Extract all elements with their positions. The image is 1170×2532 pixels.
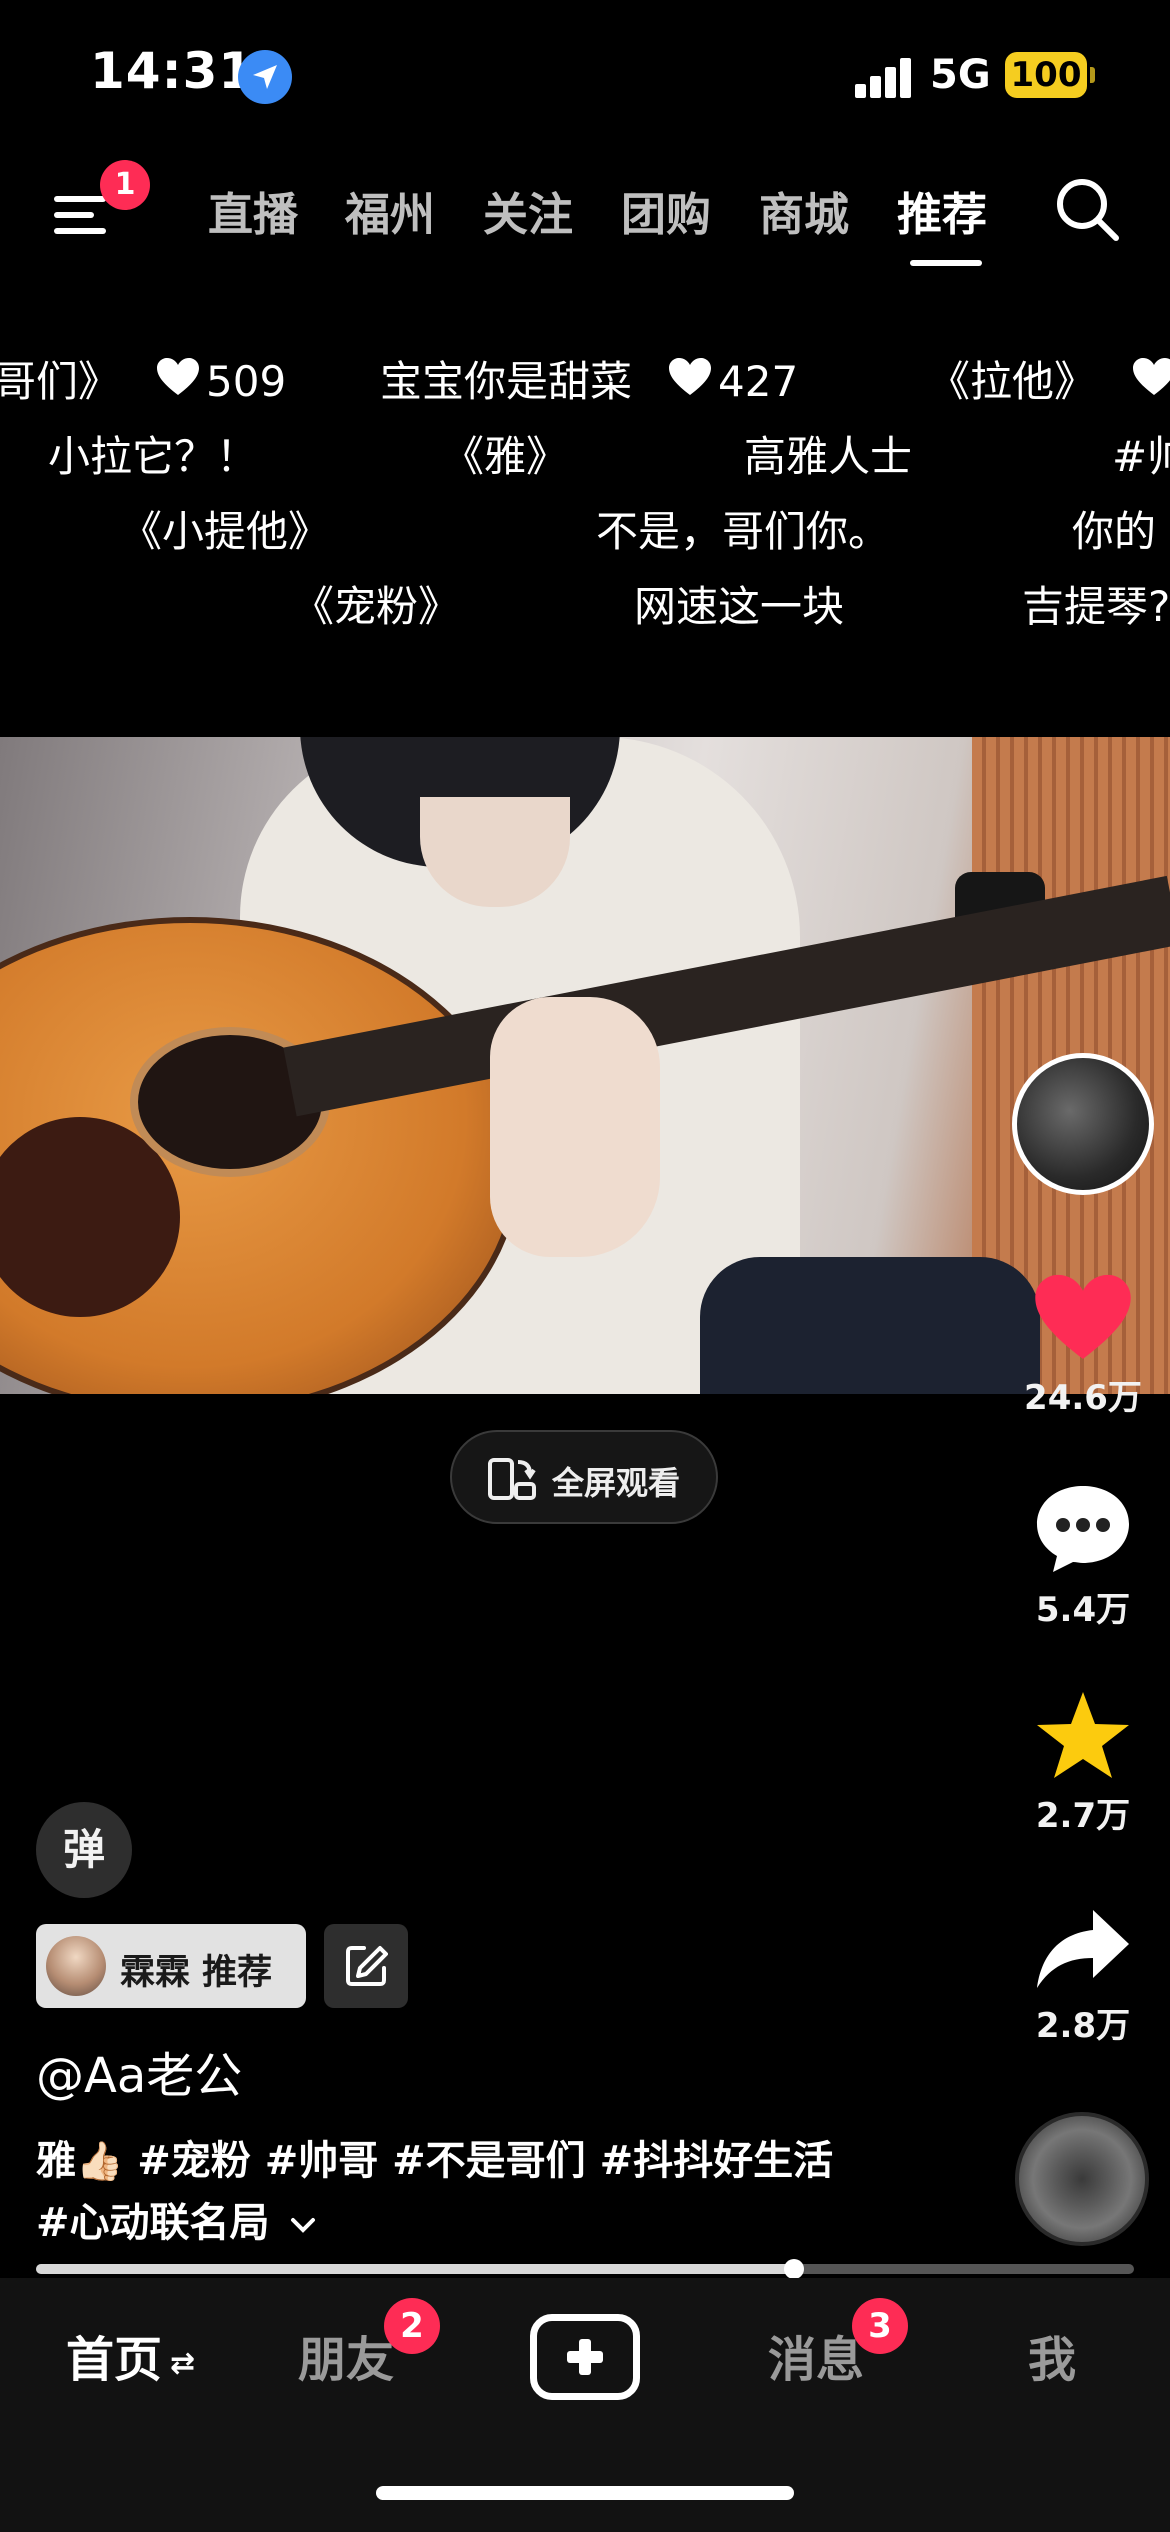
battery-icon: 100 bbox=[1005, 52, 1087, 98]
heart-icon bbox=[668, 357, 712, 407]
danmaku-toggle-button[interactable]: 弹 bbox=[36, 1802, 132, 1898]
star-icon bbox=[1037, 1692, 1129, 1778]
tab-live[interactable]: 直播 bbox=[208, 178, 298, 243]
danmaku-comment: 哥们》 509 bbox=[0, 357, 287, 407]
danmaku-comment: 高雅人士 bbox=[744, 432, 913, 481]
fullscreen-button[interactable]: 全屏观看 bbox=[450, 1430, 718, 1524]
danmaku-comment: 《小提他》 bbox=[120, 507, 331, 556]
swap-icon: ⇄ bbox=[170, 2345, 196, 2381]
danmaku-comment: 《雅》 bbox=[442, 432, 569, 481]
progress-knob[interactable] bbox=[783, 2259, 804, 2279]
video-player[interactable] bbox=[0, 737, 1170, 1394]
video-progress-bar[interactable] bbox=[36, 2259, 1134, 2279]
edit-button[interactable] bbox=[324, 1924, 408, 2008]
author-avatar[interactable] bbox=[1012, 1053, 1154, 1195]
tab-mall[interactable]: 商城 bbox=[759, 178, 849, 243]
tab-friends[interactable]: 朋友 bbox=[298, 2320, 394, 2390]
tab-messages[interactable]: 消息 bbox=[768, 2320, 864, 2390]
status-bar: 14:31 5G 100 bbox=[0, 0, 1170, 150]
active-tab-indicator bbox=[910, 260, 982, 266]
share-count: 2.8万 bbox=[1035, 2006, 1131, 2046]
comment-button[interactable]: 5.4万 bbox=[1012, 1482, 1154, 1631]
tab-city[interactable]: 福州 bbox=[345, 178, 435, 243]
tab-following[interactable]: 关注 bbox=[483, 178, 573, 243]
heart-icon bbox=[156, 357, 200, 407]
share-arrow-icon bbox=[1037, 1910, 1129, 1988]
create-post-button[interactable] bbox=[530, 2314, 640, 2400]
comment-count: 5.4万 bbox=[1035, 1590, 1131, 1630]
danmaku-comment: #帅 bbox=[1112, 432, 1170, 481]
author-handle[interactable]: @Aa老公 bbox=[36, 2036, 242, 2106]
favorite-count: 2.7万 bbox=[1035, 1796, 1131, 1836]
post-description: 雅👍🏻 #宠粉 #帅哥 #不是哥们 #抖抖好生活 bbox=[36, 2138, 834, 2184]
tab-group-buy[interactable]: 团购 bbox=[621, 178, 711, 243]
recommended-by-tag[interactable]: 霖霖 推荐 bbox=[36, 1924, 306, 2008]
heart-icon bbox=[1035, 1274, 1131, 1359]
jacket-image bbox=[700, 1257, 1040, 1394]
heart-icon bbox=[1132, 357, 1170, 407]
music-disc[interactable] bbox=[1015, 2112, 1149, 2246]
recommended-by-label: 霖霖 推荐 bbox=[120, 1953, 273, 1993]
status-time: 14:31 bbox=[90, 42, 255, 100]
danmaku-comment: 《宠粉》 bbox=[292, 582, 461, 631]
menu-badge: 1 bbox=[100, 160, 150, 210]
like-button[interactable]: 24.6万 bbox=[1012, 1272, 1154, 1419]
danmaku-comment: 宝宝你是甜菜 427 bbox=[380, 357, 799, 407]
chevron-down-icon[interactable] bbox=[289, 2215, 317, 2235]
like-count: 24.6万 bbox=[1024, 1378, 1142, 1418]
danmaku-comment: 《拉他》 bbox=[928, 348, 1170, 413]
tab-me[interactable]: 我 bbox=[1028, 2320, 1076, 2390]
hashtags[interactable]: #宠粉 #帅哥 #不是哥们 #抖抖好生活 bbox=[123, 2138, 833, 2184]
home-indicator bbox=[376, 2486, 794, 2500]
danmaku-comment: 不是，哥们你。 bbox=[596, 507, 891, 556]
network-type: 5G bbox=[930, 52, 991, 98]
danmaku-layer: 哥们》 509 宝宝你是甜菜 427 《拉他》 小拉它？！ 《雅》 高雅人士 #帅 … bbox=[0, 335, 1170, 655]
thumbs-up-emoji: 👍🏻 bbox=[76, 2139, 124, 2183]
post-description-line2[interactable]: #心动联名局 bbox=[36, 2190, 317, 2248]
share-button[interactable]: 2.8万 bbox=[1012, 1906, 1154, 2047]
danmaku-comment: 你的 bbox=[1072, 507, 1157, 556]
danmaku-comment: 小拉它？！ bbox=[48, 432, 259, 481]
search-icon[interactable] bbox=[1052, 174, 1124, 246]
progress-fill bbox=[36, 2264, 794, 2274]
recommender-avatar bbox=[46, 1936, 106, 1996]
danmaku-comment: 网速这一块 bbox=[634, 582, 845, 631]
friends-badge: 2 bbox=[384, 2298, 440, 2354]
hand-image bbox=[490, 997, 660, 1257]
danmaku-comment: 吉提琴? bbox=[1022, 582, 1170, 631]
cellular-signal-icon bbox=[855, 58, 915, 98]
messages-badge: 3 bbox=[852, 2298, 908, 2354]
comment-icon bbox=[1037, 1486, 1129, 1572]
tab-recommend[interactable]: 推荐 bbox=[897, 178, 987, 243]
top-nav: 1 直播 福州 关注 团购 商城 推荐 bbox=[0, 160, 1170, 270]
edit-icon bbox=[346, 1946, 388, 1986]
favorite-button[interactable]: 2.7万 bbox=[1012, 1688, 1154, 1837]
battery-tip bbox=[1090, 67, 1095, 83]
rotate-screen-icon bbox=[486, 1454, 538, 1508]
tab-home[interactable]: 首页 ⇄ bbox=[66, 2320, 195, 2390]
fullscreen-label: 全屏观看 bbox=[552, 1464, 681, 1502]
location-arrow-icon bbox=[238, 50, 292, 104]
